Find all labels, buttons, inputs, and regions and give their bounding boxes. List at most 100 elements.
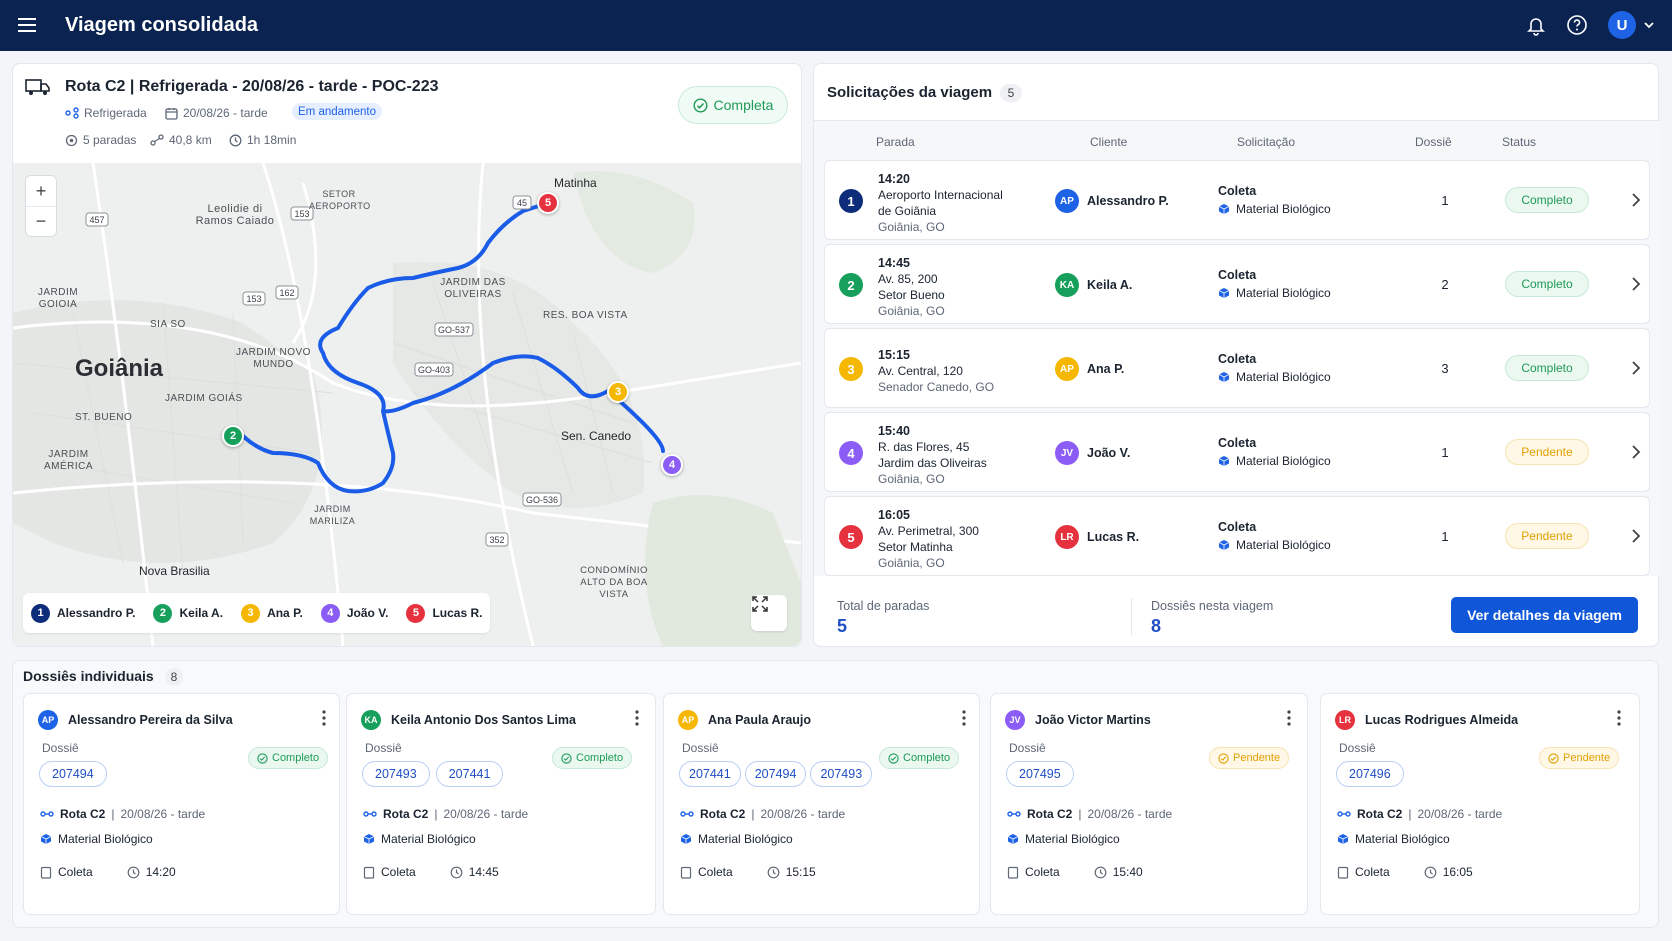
status-badge: Completo	[879, 747, 960, 769]
dossier-chip[interactable]: 207495	[1006, 761, 1074, 787]
dossier-chip[interactable]: 207493	[810, 761, 873, 787]
more-options-icon[interactable]	[960, 708, 968, 728]
map-pin-3[interactable]: 3	[607, 381, 629, 403]
route-stops: 5 paradas	[65, 133, 136, 147]
box-icon	[1218, 456, 1230, 466]
route-title: Rota C2 | Refrigerada - 20/08/26 - tarde…	[65, 78, 439, 95]
place-jardim-america: JARDIM AMÉRICA	[43, 449, 94, 472]
help-icon[interactable]	[1566, 14, 1588, 36]
dossier-chip[interactable]: 207494	[744, 761, 807, 787]
place-sen-canedo: Sen. Canedo	[561, 429, 632, 443]
route-icon	[65, 107, 79, 119]
place-condominio: CONDOMÍNIO ALTO DA BOA VISTA	[580, 565, 648, 600]
more-options-icon[interactable]	[633, 708, 641, 728]
place-leolidie: Leolidie di Ramos Caiado	[195, 203, 275, 227]
col-header-status: Status	[1502, 135, 1537, 149]
view-trip-details-button[interactable]: Ver detalhes da viagem	[1451, 597, 1638, 633]
map-pin-5[interactable]: 5	[537, 192, 559, 214]
legend-item[interactable]: 4 João V.	[320, 603, 388, 623]
requests-count: 5	[1000, 84, 1022, 102]
legend-item[interactable]: 2 Keila A.	[153, 603, 223, 623]
dossier-chip[interactable]: 207494	[39, 761, 107, 787]
check-circle-icon	[693, 97, 708, 113]
chevron-right-icon[interactable]	[1630, 443, 1642, 461]
dossier-chip[interactable]: 207493	[362, 761, 430, 787]
clock-icon	[767, 866, 780, 878]
expand-map-button[interactable]	[751, 595, 787, 631]
menu-icon[interactable]	[16, 14, 38, 36]
dossiers-count: 8	[165, 668, 183, 686]
truck-icon	[25, 79, 50, 95]
zoom-in-button[interactable]: +	[26, 176, 56, 206]
distance-icon	[150, 134, 164, 146]
more-options-icon[interactable]	[1615, 708, 1623, 728]
dossiers-title: Dossiês individuais	[23, 668, 154, 684]
status-badge: Completo	[1505, 271, 1589, 297]
app-title: Viagem consolidada	[65, 14, 259, 36]
road-label-153: 153	[294, 209, 309, 219]
dossier-card-2[interactable]: KA Keila Antonio Dos Santos Lima Dossiê …	[346, 693, 656, 915]
clipboard-icon	[1337, 866, 1349, 879]
legend-item[interactable]: 3 Ana P.	[241, 603, 303, 623]
chevron-down-icon[interactable]	[1643, 19, 1655, 31]
status-badge: Pendente	[1505, 523, 1589, 549]
request-row-4[interactable]: 4 15:40 R. das Flores, 45 Jardim das Oli…	[824, 412, 1650, 492]
chevron-right-icon[interactable]	[1630, 275, 1642, 293]
zoom-out-button[interactable]: −	[26, 206, 56, 236]
chevron-right-icon[interactable]	[1630, 359, 1642, 377]
map-pin-2[interactable]: 2	[222, 425, 244, 447]
road-label-162: 162	[279, 288, 294, 298]
clock-icon	[127, 866, 140, 878]
place-setor-aeroporto: SETOR AEROPORTO	[309, 189, 371, 211]
box-icon	[1218, 288, 1230, 298]
request-row-5[interactable]: 5 16:05 Av. Perimetral, 300 Setor Matinh…	[824, 496, 1650, 576]
dossier-card-3[interactable]: AP Ana Paula Araujo Dossiê 207441 207494 2…	[663, 693, 980, 915]
more-options-icon[interactable]	[320, 708, 328, 728]
total-stops-label: Total de paradas	[837, 599, 930, 613]
road-label-352: 352	[489, 535, 504, 545]
dossier-chip[interactable]: 207441	[679, 761, 741, 787]
requests-title: Solicitações da viagem	[827, 84, 993, 101]
box-icon	[1218, 540, 1230, 550]
dossier-card-5[interactable]: LR Lucas Rodrigues Almeida Dossiê 207496…	[1320, 693, 1640, 915]
client: LR Lucas R.	[1055, 525, 1139, 549]
place-jardim-goias: JARDIM GOIÁS	[165, 393, 243, 404]
route-type: Refrigerada	[65, 106, 147, 120]
col-header-dossie: Dossiê	[1415, 135, 1452, 149]
request-row-3[interactable]: 3 15:15 Av. Central, 120 Senador Canedo,…	[824, 328, 1650, 408]
map-legend: 1 Alessandro P. 2 Keila A. 3 Ana P. 4 João V…	[23, 593, 491, 633]
chevron-right-icon[interactable]	[1630, 191, 1642, 209]
user-avatar[interactable]: U	[1608, 11, 1636, 39]
chevron-right-icon[interactable]	[1630, 527, 1642, 545]
dossier-card-4[interactable]: JV João Victor Martins Dossiê 207495 Pen…	[990, 693, 1308, 915]
clipboard-icon	[363, 866, 375, 879]
check-circle-icon	[888, 752, 899, 764]
route-icon	[40, 811, 54, 817]
place-jardim-mariliza: JARDIM MARILIZA	[309, 504, 356, 526]
request-row-1[interactable]: 1 14:20 Aeroporto Internacional de Goiân…	[824, 160, 1650, 240]
legend-item[interactable]: 1 Alessandro P.	[31, 603, 135, 623]
box-icon	[1218, 204, 1230, 214]
status-badge: Pendente	[1539, 747, 1620, 769]
col-header-solicitacao: Solicitação	[1237, 135, 1296, 149]
request-row-2[interactable]: 2 14:45 Av. 85, 200 Setor Bueno Goiânia,…	[824, 244, 1650, 324]
road-label-go537: GO-537	[438, 325, 470, 335]
route-icon	[680, 811, 694, 817]
calendar-icon	[165, 107, 178, 120]
client: KA Keila A.	[1055, 273, 1132, 297]
legend-item[interactable]: 5 Lucas R.	[406, 603, 482, 623]
road-label-go536: GO-536	[526, 495, 558, 505]
status-badge: Pendente	[1505, 439, 1589, 465]
box-icon	[1007, 834, 1019, 844]
map-pin-4[interactable]: 4	[661, 454, 683, 476]
client: AP Ana P.	[1055, 357, 1124, 381]
bell-icon[interactable]	[1525, 14, 1547, 36]
dossier-chip[interactable]: 207496	[1336, 761, 1404, 787]
client: AP Alessandro P.	[1055, 189, 1169, 213]
dossier-chip[interactable]: 207441	[435, 761, 504, 787]
more-options-icon[interactable]	[1285, 708, 1293, 728]
place-jardim-goioia: JARDIM GOIOIA	[37, 287, 79, 310]
dossier-card-1[interactable]: AP Alessandro Pereira da Silva Dossiê 20…	[23, 693, 340, 915]
route-map[interactable]: 457 153 153 162 GO-537 GO-403 GO-536 352…	[13, 163, 801, 646]
requests-card: Solicitações da viagem 5 Parada Cliente …	[813, 63, 1660, 647]
